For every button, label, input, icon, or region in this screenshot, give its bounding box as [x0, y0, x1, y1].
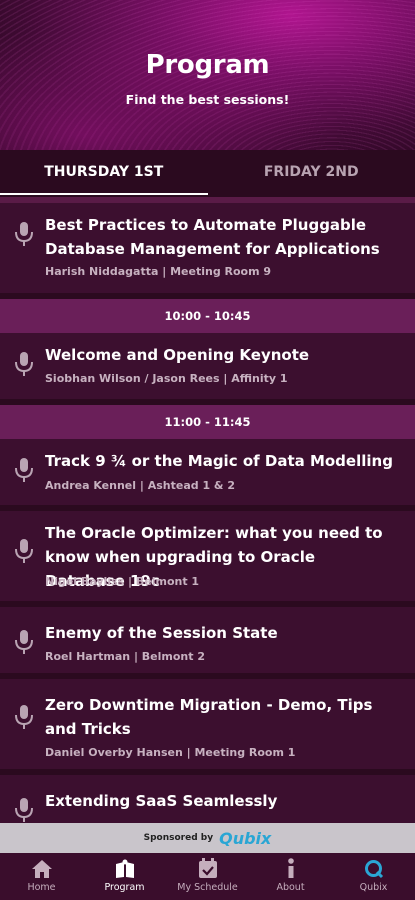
- page-subtitle: Find the best sessions!: [125, 92, 290, 107]
- nav-qubix[interactable]: Qubix: [332, 853, 415, 900]
- nav-label: Qubix: [359, 882, 388, 893]
- session-title: Welcome and Opening Keynote: [45, 346, 310, 364]
- program-icon: [115, 859, 134, 878]
- session-item[interactable]: The Oracle Optimizer: what you need to k…: [0, 511, 415, 607]
- microphone-icon: [15, 352, 33, 376]
- header-banner: Program Find the best sessions!: [0, 0, 415, 150]
- nav-label: About: [276, 882, 305, 893]
- session-speaker-room: Andrea Kennel | Ashtead 1 & 2: [45, 479, 236, 492]
- page-title: Program: [145, 50, 270, 80]
- session-item[interactable]: Extending SaaS Seamlessly: [0, 775, 415, 823]
- qubix-icon: [364, 860, 383, 879]
- sponsor-logo: Qubix: [219, 828, 272, 848]
- time-slot-header: 10:00 - 10:45: [0, 299, 415, 333]
- day-tabs: THURSDAY 1ST FRIDAY 2ND: [0, 150, 415, 197]
- time-slot-header: 11:00 - 11:45: [0, 405, 415, 439]
- session-speaker-room: Harish Niddagatta | Meeting Room 9: [45, 265, 272, 278]
- microphone-icon: [15, 798, 33, 822]
- nav-program[interactable]: Program: [83, 853, 166, 900]
- session-title: Zero Downtime Migration - Demo, Tips and…: [45, 696, 373, 738]
- home-icon: [31, 860, 52, 878]
- sponsor-label: Sponsored by: [143, 833, 214, 843]
- tab-thursday[interactable]: THURSDAY 1ST: [0, 150, 208, 197]
- session-title: Track 9 ¾ or the Magic of Data Modelling: [45, 452, 393, 470]
- session-speaker-room: Roel Hartman | Belmont 2: [45, 650, 205, 663]
- session-title: Enemy of the Session State: [45, 624, 278, 642]
- nav-my-schedule[interactable]: My Schedule: [166, 853, 249, 900]
- session-item[interactable]: Enemy of the Session State Roel Hartman …: [0, 607, 415, 679]
- session-speaker-room: Nigel Bayliss | Belmont 1: [45, 575, 200, 588]
- session-speaker-room: Siobhan Wilson / Jason Rees | Affinity 1: [45, 372, 288, 385]
- session-item[interactable]: Track 9 ¾ or the Magic of Data Modelling…: [0, 439, 415, 511]
- session-item[interactable]: Best Practices to Automate Pluggable Dat…: [0, 203, 415, 299]
- session-title: Best Practices to Automate Pluggable Dat…: [45, 216, 380, 258]
- session-list[interactable]: Best Practices to Automate Pluggable Dat…: [0, 203, 415, 823]
- microphone-icon: [15, 705, 33, 729]
- session-title: Extending SaaS Seamlessly: [45, 792, 278, 810]
- nav-label: Program: [104, 882, 145, 893]
- nav-about[interactable]: About: [249, 853, 332, 900]
- microphone-icon: [15, 222, 33, 246]
- session-speaker-room: Daniel Overby Hansen | Meeting Room 1: [45, 746, 296, 759]
- nav-home[interactable]: Home: [0, 853, 83, 900]
- calendar-icon: [198, 858, 217, 878]
- bottom-nav: Home Program My Schedule About Qubix: [0, 853, 415, 900]
- nav-label: My Schedule: [177, 882, 238, 893]
- info-icon: [287, 858, 294, 878]
- session-item[interactable]: Zero Downtime Migration - Demo, Tips and…: [0, 679, 415, 775]
- session-item[interactable]: Welcome and Opening Keynote Siobhan Wils…: [0, 333, 415, 405]
- microphone-icon: [15, 539, 33, 563]
- tab-friday[interactable]: FRIDAY 2ND: [208, 150, 415, 197]
- microphone-icon: [15, 630, 33, 654]
- microphone-icon: [15, 458, 33, 482]
- nav-label: Home: [27, 882, 56, 893]
- sponsor-banner[interactable]: Sponsored by Qubix: [0, 823, 415, 853]
